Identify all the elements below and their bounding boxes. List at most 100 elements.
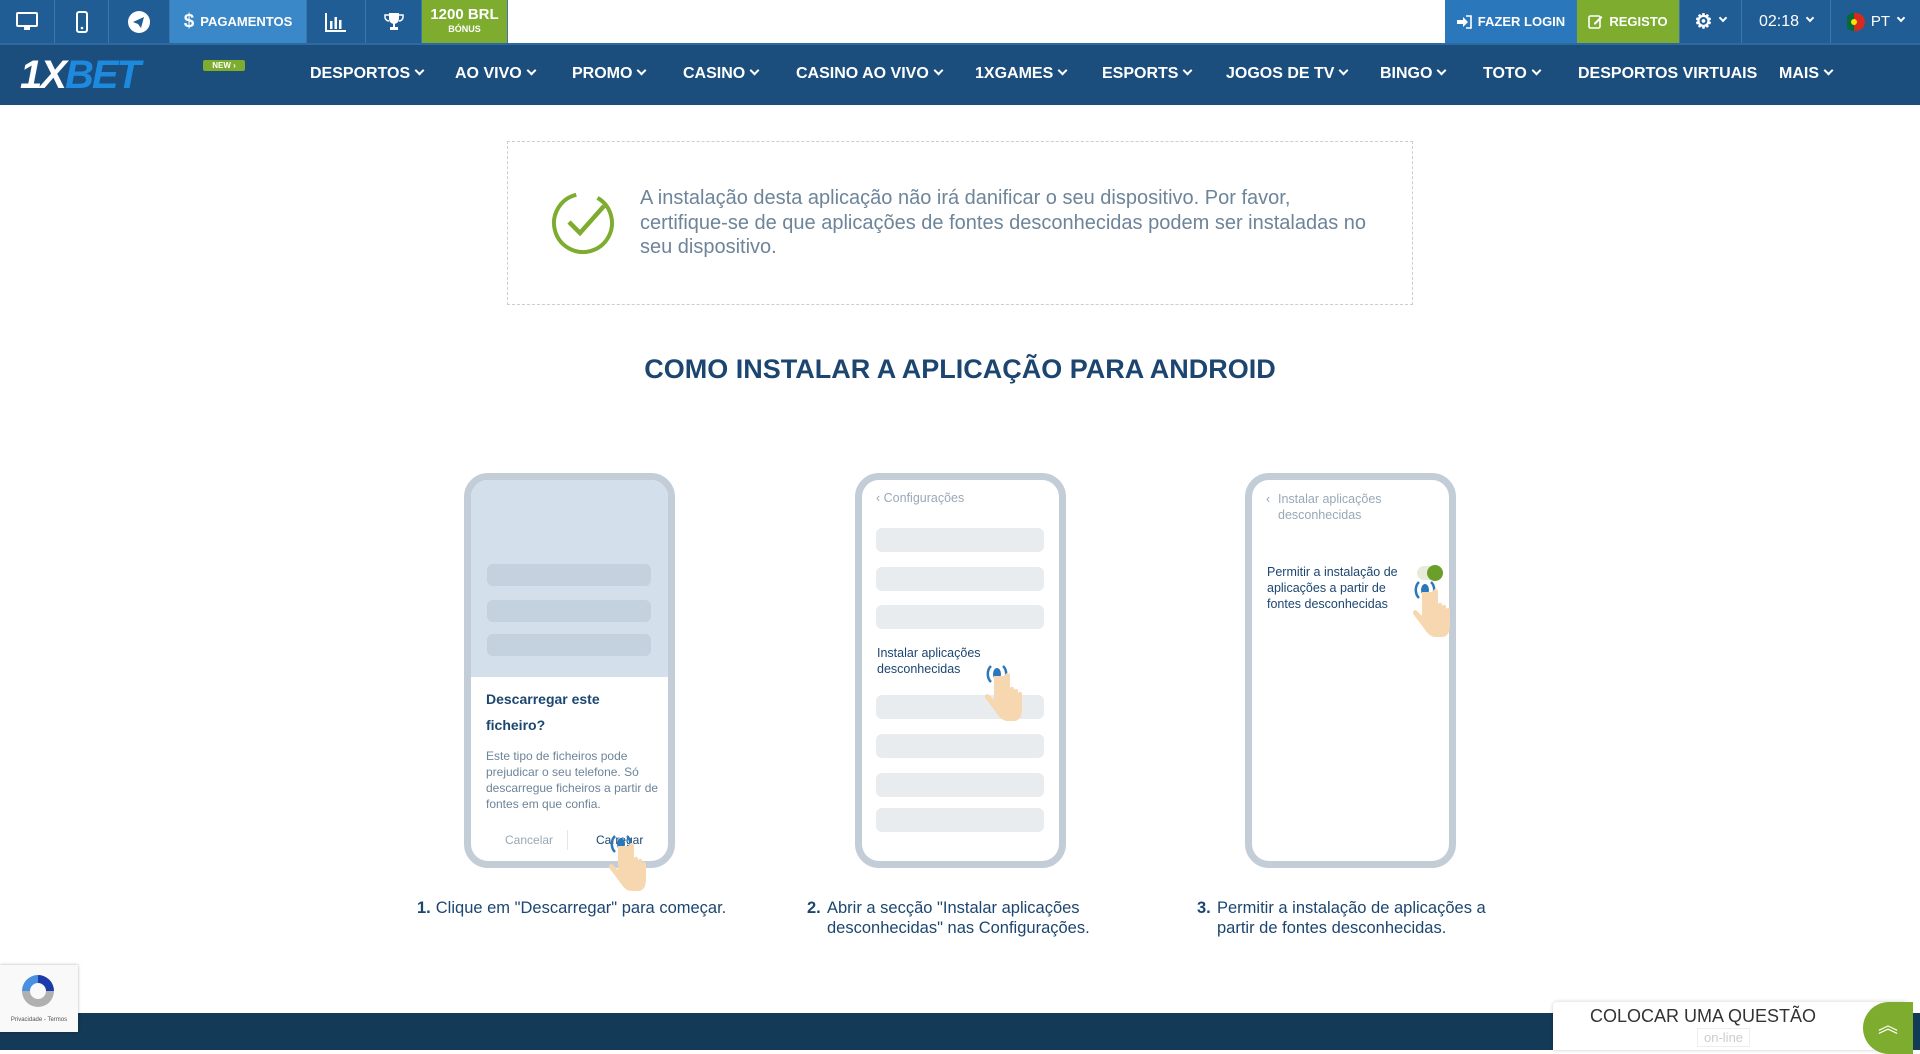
trophy-button[interactable] bbox=[366, 0, 422, 43]
nav-item-label: DESPORTOS bbox=[310, 65, 411, 82]
chevron-double-up-icon[interactable]: ︽ bbox=[1863, 1002, 1913, 1054]
nav-item-bingo[interactable]: BINGO bbox=[1380, 65, 1447, 83]
nav-item-casino[interactable]: CASINO bbox=[683, 65, 760, 83]
allow-unknown-sources-setting: Permitir a instalação de aplicações a pa… bbox=[1267, 565, 1398, 611]
chat-label: COLOCAR UMA QUESTÃO bbox=[1589, 1006, 1817, 1026]
recaptcha-badge[interactable]: Privacidade - Termos bbox=[0, 965, 78, 1032]
step-1-caption: 1. Clique em "Descarregar" para começar. bbox=[417, 899, 727, 917]
nav-item-label: TOTO bbox=[1483, 65, 1527, 82]
nav-item-label: JOGOS DE TV bbox=[1226, 65, 1335, 82]
checkmark-icon bbox=[552, 192, 614, 254]
nav-item-ao-vivo[interactable]: AO VIVO bbox=[455, 65, 537, 83]
chevron-down-icon bbox=[637, 65, 647, 76]
chevron-down-icon bbox=[414, 65, 425, 76]
nav-item-casino-ao-vivo[interactable]: CASINO AO VIVO bbox=[796, 65, 944, 83]
dialog-body: Este tipo de ficheiros pode prejudicar o… bbox=[486, 749, 659, 811]
step-1-illustration: Descarregar este ficheiro? Este tipo de … bbox=[464, 473, 675, 868]
tap-hand-icon bbox=[1412, 581, 1450, 637]
nav-item-desportos-virtuais[interactable]: DESPORTOS VIRTUAIS bbox=[1578, 65, 1757, 83]
chevron-down-icon bbox=[1339, 65, 1349, 76]
gear-icon: ⚙ bbox=[1694, 11, 1713, 33]
chevron-down-icon bbox=[1183, 65, 1193, 76]
trophy-icon bbox=[383, 12, 404, 30]
unknown-apps-header: ‹ Instalar aplicações desconhecidas bbox=[1266, 492, 1382, 522]
telegram-icon bbox=[128, 10, 150, 33]
login-button[interactable]: FAZER LOGIN bbox=[1445, 0, 1577, 43]
nav-item-toto[interactable]: TOTO bbox=[1483, 65, 1542, 83]
nav-item-esports[interactable]: ESPORTS bbox=[1102, 65, 1193, 83]
nav-item-label: BINGO bbox=[1380, 65, 1433, 82]
recaptcha-icon bbox=[22, 975, 54, 1007]
step-2-caption: 2. Abrir a secção "Instalar aplicações de… bbox=[807, 899, 1090, 937]
main-nav: 1XBET NEW › DESPORTOS AO VIVO PROMO CASINO C… bbox=[0, 43, 1920, 105]
unknown-apps-item: Instalar aplicações desconhecidas bbox=[877, 646, 981, 676]
nav-item-label: CASINO AO VIVO bbox=[796, 65, 929, 82]
portugal-flag-icon bbox=[1846, 12, 1865, 31]
chevron-down-icon bbox=[1896, 13, 1906, 22]
bonus-button[interactable]: 1200 BRL BÓNUS bbox=[422, 0, 508, 43]
cancel-button: Cancelar bbox=[505, 833, 554, 847]
login-icon bbox=[1456, 14, 1472, 29]
edit-icon bbox=[1588, 15, 1603, 29]
desktop-version-button[interactable] bbox=[0, 0, 55, 43]
language-button[interactable]: PT bbox=[1831, 0, 1920, 43]
nav-item-label: CASINO bbox=[683, 65, 746, 82]
placeholder-bar bbox=[876, 808, 1044, 832]
step-2-illustration: ‹ Configurações Instalar aplicações desc… bbox=[855, 473, 1066, 868]
tap-hand-icon bbox=[608, 835, 646, 891]
chevron-down-icon bbox=[1823, 65, 1834, 76]
back-chevron-icon: ‹ bbox=[1266, 492, 1271, 506]
back-chevron-icon: ‹ bbox=[876, 491, 884, 505]
top-bar: $ PAGAMENTOS 1200 BRL BÓNUS FAZER LOGIN … bbox=[0, 0, 1920, 43]
install-notice: A instalação desta aplicação não irá dan… bbox=[507, 141, 1413, 305]
new-badge[interactable]: NEW › bbox=[203, 60, 245, 71]
chevron-down-icon bbox=[1805, 13, 1815, 22]
divider bbox=[567, 830, 568, 850]
chevron-down-icon bbox=[1057, 65, 1068, 76]
page-title: COMO INSTALAR A APLICAÇÃO PARA ANDROID bbox=[644, 354, 1276, 384]
nav-item-label: 1XGAMES bbox=[975, 65, 1054, 82]
dialog-title: Descarregar este ficheiro? bbox=[486, 691, 600, 733]
chat-widget[interactable]: COLOCAR UMA QUESTÃO on-line ︽ bbox=[1553, 1002, 1913, 1054]
settings-button[interactable]: ⚙ bbox=[1680, 0, 1742, 43]
placeholder-bar bbox=[487, 564, 651, 586]
nav-item-promo[interactable]: PROMO bbox=[572, 65, 647, 83]
register-button[interactable]: REGISTO bbox=[1577, 0, 1680, 43]
nav-item-label: AO VIVO bbox=[455, 65, 522, 82]
placeholder-bar bbox=[876, 567, 1044, 591]
desktop-icon bbox=[16, 11, 38, 30]
tap-hand-icon bbox=[984, 665, 1022, 721]
statistics-button[interactable] bbox=[307, 0, 366, 43]
time-button[interactable]: 02:18 bbox=[1742, 0, 1831, 43]
placeholder-bar bbox=[876, 773, 1044, 797]
placeholder-bar bbox=[487, 634, 651, 656]
notice-text: A instalação desta aplicação não irá dan… bbox=[640, 187, 1367, 258]
payments-button[interactable]: $ PAGAMENTOS bbox=[170, 0, 307, 43]
nav-item-1xgames[interactable]: 1XGAMES bbox=[975, 65, 1068, 83]
nav-item-desportos[interactable]: DESPORTOS bbox=[310, 65, 425, 83]
placeholder-bar bbox=[876, 734, 1044, 758]
nav-item-jogos-de-tv[interactable]: JOGOS DE TV bbox=[1226, 65, 1349, 83]
step-3-caption: 3. Permitir a instalação de aplicações a … bbox=[1197, 899, 1486, 937]
chevron-down-icon bbox=[1531, 65, 1542, 76]
placeholder-bar bbox=[487, 600, 651, 622]
chevron-down-icon bbox=[526, 65, 537, 76]
chat-status: on-line bbox=[1697, 1028, 1751, 1047]
dollar-icon: $ bbox=[183, 10, 195, 32]
nav-item-label: PROMO bbox=[572, 65, 633, 82]
chevron-down-icon bbox=[933, 65, 944, 76]
mobile-icon bbox=[75, 10, 88, 33]
chevron-down-icon bbox=[749, 65, 760, 76]
logo[interactable]: 1XBET bbox=[20, 53, 141, 98]
recaptcha-links[interactable]: Privacidade - Termos bbox=[0, 1017, 78, 1023]
step-3-illustration: ‹ Instalar aplicações desconhecidas Permi… bbox=[1245, 473, 1456, 868]
chevron-down-icon bbox=[1437, 65, 1447, 76]
chevron-down-icon bbox=[1719, 13, 1728, 22]
settings-header: ‹ Configurações bbox=[876, 491, 965, 505]
mobile-version-button[interactable] bbox=[55, 0, 109, 43]
stats-icon bbox=[325, 12, 346, 32]
nav-item-label: DESPORTOS VIRTUAIS bbox=[1578, 65, 1758, 82]
telegram-button[interactable] bbox=[109, 0, 170, 43]
nav-item-label: ESPORTS bbox=[1102, 65, 1179, 82]
nav-item-mais[interactable]: MAIS bbox=[1779, 65, 1834, 83]
